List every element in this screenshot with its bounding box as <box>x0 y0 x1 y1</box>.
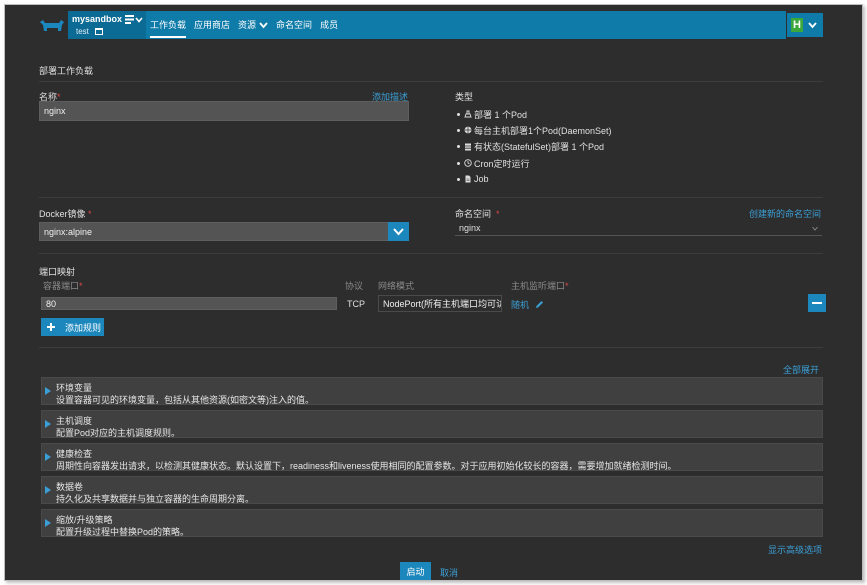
database-icon <box>465 143 471 151</box>
type-label: 类型 <box>455 92 474 102</box>
nav-resources[interactable]: 资源 <box>238 11 268 39</box>
type-option-label: 部署 1 个Pod <box>474 109 528 120</box>
expand-all-link[interactable]: 全部展开 <box>783 363 819 376</box>
chevron-down-icon <box>135 17 143 23</box>
clock-icon <box>464 159 472 167</box>
namespace-label-text: 命名空间 <box>455 209 492 219</box>
required-mark: * <box>79 281 83 291</box>
section-description: 配置升级过程中替换Pod的策略。 <box>56 527 190 537</box>
show-advanced-link[interactable]: 显示高级选项 <box>768 543 822 556</box>
add-rule-button[interactable]: 添加规则 <box>41 318 104 336</box>
chevron-down-icon <box>812 226 818 231</box>
divider <box>39 81 823 82</box>
expand-arrow-icon <box>45 519 51 527</box>
type-option-deployment[interactable]: 部署 1 个Pod <box>455 106 612 122</box>
name-input[interactable]: nginx <box>39 101 409 121</box>
expand-arrow-icon <box>45 453 51 461</box>
image-dropdown-button[interactable] <box>388 222 409 241</box>
divider <box>39 197 823 198</box>
divider <box>39 347 823 348</box>
chevron-down-icon <box>259 22 268 29</box>
type-option-label: Cron定时运行 <box>474 158 530 169</box>
expand-arrow-icon <box>45 420 51 428</box>
launch-button[interactable]: 启动 <box>400 562 431 580</box>
environment-switcher[interactable]: mysandbox test <box>68 11 146 39</box>
plus-icon <box>47 323 55 331</box>
protocol-select[interactable]: TCP <box>347 299 365 309</box>
list-icon <box>125 15 134 24</box>
type-option-job[interactable]: Job <box>455 171 612 187</box>
chevron-down-icon <box>393 228 404 236</box>
host-port-header-text: 主机监听端口 <box>511 281 566 291</box>
type-option-daemonset[interactable]: 每台主机部署1个Pod(DaemonSet) <box>455 122 612 138</box>
container-port-input[interactable]: 80 <box>41 297 337 310</box>
section-description: 设置容器可见的环境变量，包括从其他资源(如密文等)注入的值。 <box>56 395 314 405</box>
host-port-random[interactable]: 随机 <box>511 298 544 311</box>
section-description: 配置Pod对应的主机调度规则。 <box>56 428 181 438</box>
expand-arrow-icon <box>45 387 51 395</box>
required-mark: * <box>85 209 92 219</box>
app-window: mysandbox test 工作负载 应用商店 资源 命名空间 成员 H 部署… <box>4 4 863 581</box>
image-input[interactable]: nginx:alpine <box>39 222 389 241</box>
container-port-header: 容器端口* <box>43 279 83 292</box>
namespace-value: nginx <box>459 223 481 233</box>
pencil-icon[interactable] <box>535 300 544 309</box>
host-port-value: 随机 <box>511 300 530 310</box>
user-menu[interactable]: H <box>787 13 823 37</box>
section-description: 持久化及共享数据并与独立容器的生命周期分离。 <box>56 494 255 504</box>
required-mark: * <box>565 281 569 291</box>
chevron-down-icon <box>808 22 817 29</box>
image-label-text: Docker镜像 <box>39 209 86 219</box>
network-mode-select[interactable]: NodePort(所有主机端口均可访 <box>378 295 502 312</box>
cattle-logo-icon[interactable] <box>39 19 65 33</box>
environment-name: test <box>76 27 89 36</box>
divider <box>39 253 823 254</box>
host-port-header: 主机监听端口* <box>511 279 569 292</box>
image-label: Docker镜像 * <box>39 207 92 220</box>
main-nav: 工作负载 应用商店 资源 命名空间 成员 <box>150 11 346 39</box>
file-icon <box>465 175 471 183</box>
section-node-scheduling[interactable]: 主机调度 配置Pod对应的主机调度规则。 <box>41 410 823 438</box>
type-option-statefulset[interactable]: 有状态(StatefulSet)部署 1 个Pod <box>455 139 612 155</box>
minus-icon <box>812 302 822 304</box>
expand-arrow-icon <box>45 486 51 494</box>
section-environment-variables[interactable]: 环境变量 设置容器可见的环境变量，包括从其他资源(如密文等)注入的值。 <box>41 377 823 405</box>
scale-icon <box>464 110 472 118</box>
project-name: mysandbox <box>72 14 123 24</box>
environment-bar: mysandbox test 工作负载 应用商店 资源 命名空间 成员 <box>68 11 786 39</box>
section-scaling-upgrade-policy[interactable]: 缩放/升级策略 配置升级过程中替换Pod的策略。 <box>41 509 823 537</box>
container-port-header-text: 容器端口 <box>43 281 80 291</box>
network-mode-header: 网络模式 <box>378 281 415 291</box>
cancel-button[interactable]: 取消 <box>440 566 458 579</box>
nav-members[interactable]: 成员 <box>320 11 338 39</box>
nav-catalog[interactable]: 应用商店 <box>194 11 230 39</box>
window-icon <box>95 28 104 35</box>
nav-namespaces[interactable]: 命名空间 <box>276 11 312 39</box>
type-option-label: 有状态(StatefulSet)部署 1 个Pod <box>474 142 605 153</box>
workload-type-list: 部署 1 个Pod 每台主机部署1个Pod(DaemonSet) 有状态(Sta… <box>455 106 612 187</box>
section-volumes[interactable]: 数据卷 持久化及共享数据并与独立容器的生命周期分离。 <box>41 476 823 504</box>
add-rule-label: 添加规则 <box>65 322 102 333</box>
create-namespace-link[interactable]: 创建新的命名空间 <box>749 207 821 220</box>
top-bar: mysandbox test 工作负载 应用商店 资源 命名空间 成员 H <box>5 5 862 43</box>
type-option-label: Job <box>474 174 489 185</box>
required-mark: * <box>491 209 500 219</box>
type-option-cronjob[interactable]: Cron定时运行 <box>455 155 612 171</box>
globe-icon <box>464 127 472 134</box>
page-title: 部署工作负载 <box>39 66 94 76</box>
avatar: H <box>791 18 803 32</box>
nav-workloads[interactable]: 工作负载 <box>150 14 187 38</box>
namespace-select[interactable]: nginx <box>455 221 822 236</box>
type-option-label: 每台主机部署1个Pod(DaemonSet) <box>474 125 612 136</box>
protocol-header: 协议 <box>345 281 364 291</box>
port-mapping-title: 端口映射 <box>39 267 76 277</box>
section-description: 周期性向容器发出请求，以检测其健康状态。默认设置下，readiness和live… <box>56 461 677 471</box>
remove-port-button[interactable] <box>808 294 826 312</box>
section-health-check[interactable]: 健康检查 周期性向容器发出请求，以检测其健康状态。默认设置下，readiness… <box>41 443 823 471</box>
nav-resources-label: 资源 <box>238 20 257 30</box>
namespace-label: 命名空间 * <box>455 207 500 220</box>
